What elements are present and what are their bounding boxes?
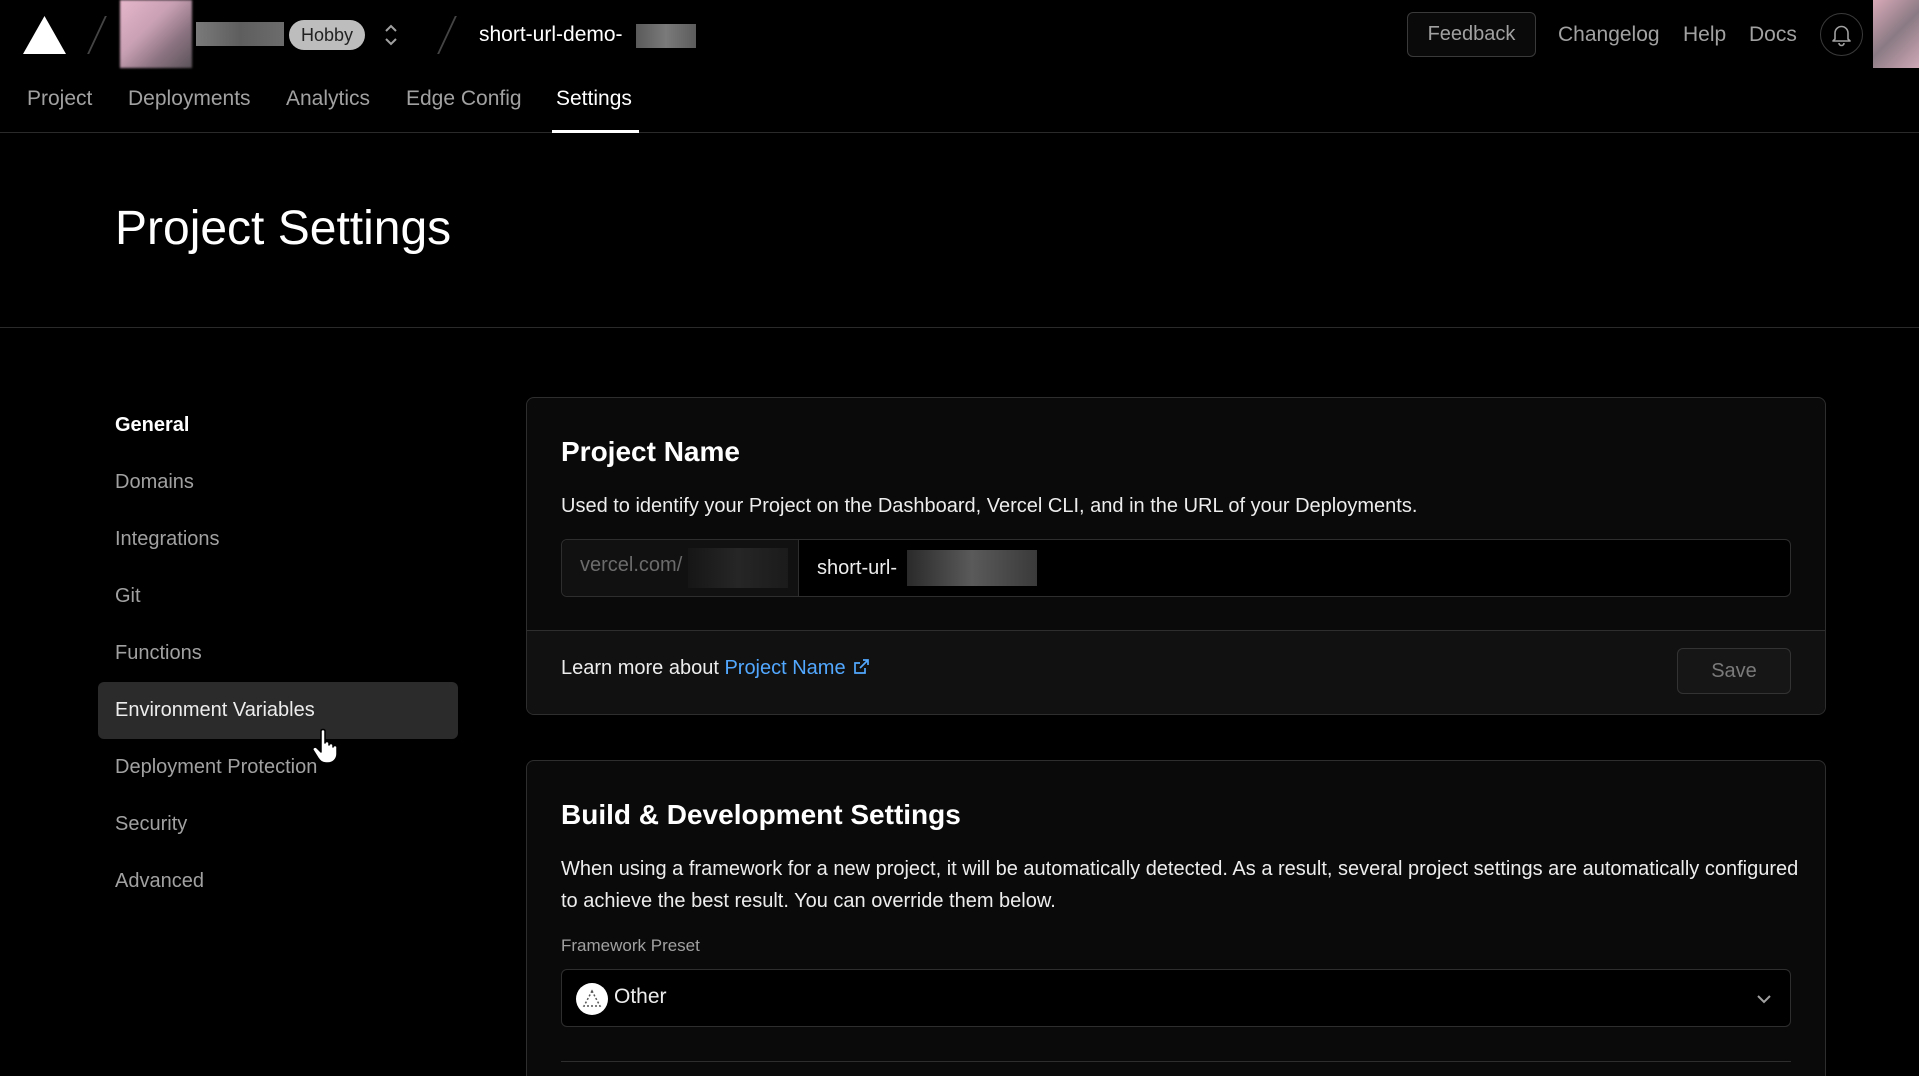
project-name-docs-link[interactable]: Project Name bbox=[724, 657, 869, 679]
tab-deployments[interactable]: Deployments bbox=[128, 84, 251, 114]
tab-project[interactable]: Project bbox=[27, 84, 92, 114]
project-name-card: Project Name Used to identify your Proje… bbox=[526, 397, 1826, 715]
framework-preset-select[interactable]: Other bbox=[561, 969, 1791, 1027]
tab-settings[interactable]: Settings bbox=[556, 84, 632, 114]
sidebar-item-label: Security bbox=[115, 813, 188, 835]
team-slug-redacted bbox=[688, 548, 788, 588]
sidebar-item-label: Git bbox=[115, 585, 141, 607]
save-button[interactable]: Save bbox=[1677, 648, 1791, 694]
tab-edge-config[interactable]: Edge Config bbox=[406, 84, 522, 114]
project-name-breadcrumb[interactable]: short-url-demo- bbox=[479, 20, 623, 50]
user-avatar[interactable] bbox=[1873, 0, 1919, 68]
top-bar: Hobby short-url-demo- Feedback Changelog… bbox=[0, 0, 1919, 70]
help-link[interactable]: Help bbox=[1683, 20, 1726, 50]
sidebar-item-general[interactable]: General bbox=[98, 397, 458, 454]
tab-analytics[interactable]: Analytics bbox=[286, 84, 370, 114]
card-description: When using a framework for a new project… bbox=[561, 858, 1799, 912]
docs-link[interactable]: Docs bbox=[1749, 20, 1797, 50]
vercel-logo-icon[interactable] bbox=[23, 16, 66, 54]
card-footer: Learn more about Project Name Save bbox=[527, 630, 1825, 714]
learn-more-text: Learn more about Project Name bbox=[561, 657, 870, 680]
sidebar-item-git[interactable]: Git bbox=[98, 568, 458, 625]
framework-other-icon bbox=[576, 983, 608, 1015]
card-description: Used to identify your Project on the Das… bbox=[561, 495, 1418, 517]
sidebar-item-label: Domains bbox=[115, 471, 194, 493]
link-label: Project Name bbox=[724, 657, 846, 679]
page-title: Project Settings bbox=[115, 202, 452, 255]
external-link-icon bbox=[853, 659, 869, 674]
sidebar-item-advanced[interactable]: Advanced bbox=[98, 853, 458, 910]
divider bbox=[561, 1061, 1791, 1062]
sidebar-item-environment-variables[interactable]: Environment Variables bbox=[98, 682, 458, 739]
chevron-down-icon bbox=[1757, 995, 1771, 1004]
sidebar-item-integrations[interactable]: Integrations bbox=[98, 511, 458, 568]
notifications-button[interactable] bbox=[1820, 13, 1863, 56]
card-title: Project Name bbox=[561, 436, 740, 467]
sidebar-item-deployment-protection[interactable]: Deployment Protection bbox=[98, 739, 458, 796]
sidebar-item-functions[interactable]: Functions bbox=[98, 625, 458, 682]
hand-cursor-icon bbox=[312, 728, 338, 764]
sidebar-item-security[interactable]: Security bbox=[98, 796, 458, 853]
breadcrumb-separator bbox=[437, 16, 457, 54]
plan-badge: Hobby bbox=[289, 20, 366, 50]
changelog-link[interactable]: Changelog bbox=[1558, 20, 1660, 50]
sidebar-item-label: Functions bbox=[115, 642, 202, 664]
url-prefix: vercel.com/ bbox=[562, 540, 799, 596]
sidebar-item-label: General bbox=[115, 414, 190, 436]
team-name-redacted[interactable] bbox=[196, 22, 284, 46]
project-name-redacted bbox=[636, 24, 696, 48]
framework-preset-label: Framework Preset bbox=[561, 936, 700, 955]
build-settings-card: Build & Development Settings When using … bbox=[526, 760, 1826, 1076]
bell-icon bbox=[1832, 25, 1851, 47]
sidebar-item-label: Advanced bbox=[115, 870, 204, 892]
project-name-field: vercel.com/ bbox=[561, 539, 1791, 597]
page-header: Project Settings bbox=[0, 133, 1919, 328]
sidebar-item-label: Deployment Protection bbox=[115, 756, 318, 778]
chevron-up-down-icon[interactable] bbox=[381, 20, 401, 50]
sidebar-item-label: Environment Variables bbox=[115, 699, 315, 721]
project-tabs: Project Deployments Analytics Edge Confi… bbox=[0, 70, 1919, 133]
team-avatar[interactable] bbox=[120, 0, 192, 68]
sidebar-item-label: Integrations bbox=[115, 528, 220, 550]
url-prefix-text: vercel.com/ bbox=[580, 554, 683, 576]
framework-preset-value: Other bbox=[614, 985, 667, 1008]
input-value-redacted bbox=[907, 550, 1037, 586]
sidebar-item-domains[interactable]: Domains bbox=[98, 454, 458, 511]
feedback-button[interactable]: Feedback bbox=[1407, 12, 1536, 57]
breadcrumb-separator bbox=[87, 16, 107, 54]
learn-more-prefix: Learn more about bbox=[561, 657, 725, 679]
card-title: Build & Development Settings bbox=[561, 799, 961, 830]
